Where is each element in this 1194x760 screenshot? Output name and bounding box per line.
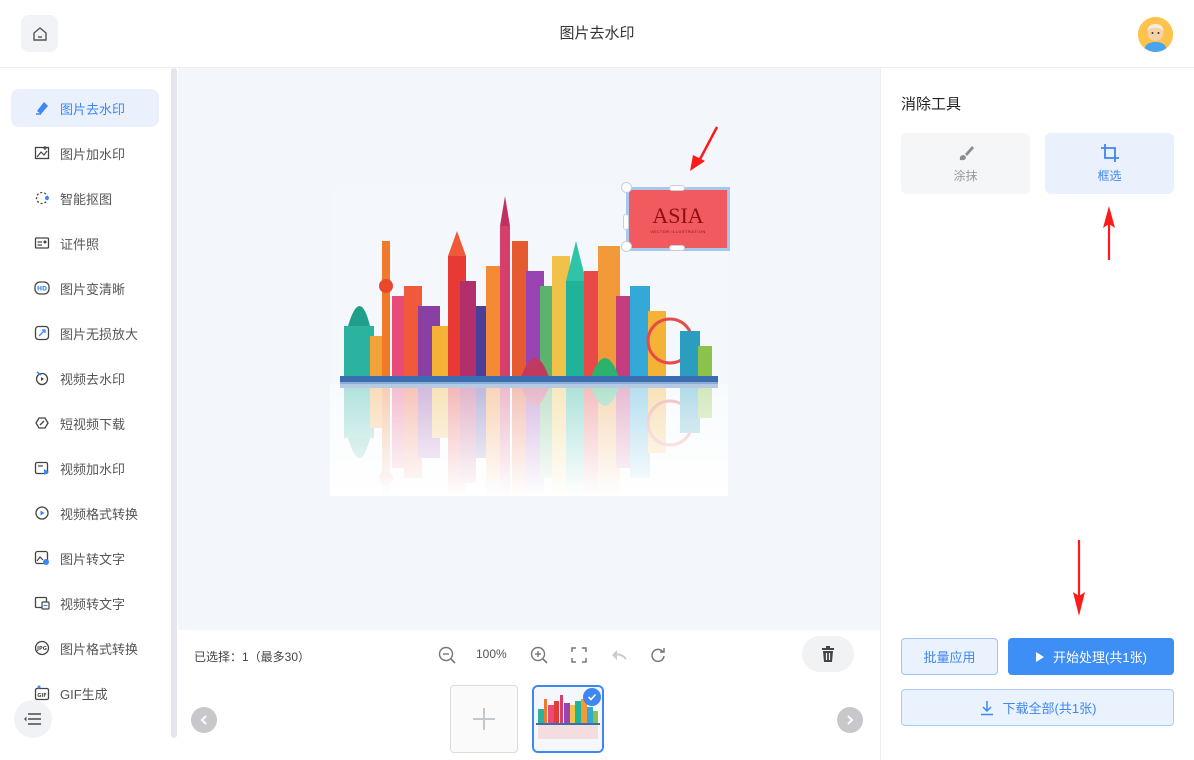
fullscreen-icon	[571, 647, 587, 663]
svg-text:JPG: JPG	[36, 646, 47, 652]
crop-icon	[1100, 143, 1120, 163]
next-button[interactable]	[837, 707, 863, 733]
batch-apply-button[interactable]: 批量应用	[901, 638, 998, 675]
video-convert-icon	[34, 505, 50, 521]
sidebar-scrollbar[interactable]	[171, 68, 177, 738]
sidebar-item-image-add-watermark[interactable]: 图片加水印	[11, 134, 159, 172]
plus-icon	[473, 708, 495, 730]
selection-box[interactable]: ASIA VECTOR ILLUSTRATION	[621, 182, 730, 252]
video-remove-watermark-icon	[34, 370, 50, 386]
zoom-in-button[interactable]	[528, 644, 550, 666]
sidebar-item-video-to-text[interactable]: 视频转文字	[11, 584, 159, 622]
play-icon	[1035, 651, 1045, 663]
sidebar: 图片去水印 图片加水印 智能抠图 证件照 HD 图片变清晰 图片无损放大 视频去…	[0, 68, 178, 760]
zoom-out-button[interactable]	[436, 644, 458, 666]
sidebar-item-video-convert[interactable]: 视频格式转换	[11, 494, 159, 532]
resize-handle-bottom-left[interactable]	[621, 241, 632, 252]
chevron-left-icon	[200, 715, 207, 725]
add-image-button[interactable]	[450, 685, 518, 753]
chevron-right-icon	[847, 715, 854, 725]
jpg-convert-icon: JPG	[34, 640, 50, 656]
svg-text:HD: HD	[37, 286, 47, 293]
zoom-level: 100%	[476, 647, 507, 661]
undo-button[interactable]	[608, 644, 630, 666]
brush-tool-button[interactable]: 涂抹	[901, 133, 1030, 194]
download-icon	[979, 700, 995, 716]
zoom-out-icon	[438, 646, 456, 664]
resize-handle-top-left[interactable]	[621, 182, 632, 193]
image-thumbnail[interactable]	[532, 685, 604, 753]
sidebar-item-video-add-watermark[interactable]: 视频加水印	[11, 449, 159, 487]
video-to-text-icon	[34, 595, 50, 611]
cutout-icon	[34, 190, 50, 206]
thumbnail-strip	[178, 680, 880, 760]
delete-button[interactable]	[802, 636, 854, 672]
annotation-arrow-icon	[690, 126, 719, 171]
resize-handle-top[interactable]	[669, 185, 685, 191]
annotation-arrow-icon	[1103, 206, 1115, 260]
eraser-icon	[34, 100, 50, 116]
avatar[interactable]	[1138, 17, 1173, 52]
resize-handle-bottom[interactable]	[669, 245, 685, 251]
image-to-text-icon	[34, 550, 50, 566]
image-canvas[interactable]: ASIA VECTOR ILLUSTRATION	[178, 68, 880, 630]
collapse-sidebar-button[interactable]	[14, 700, 52, 738]
fit-screen-button[interactable]	[568, 644, 590, 666]
menu-collapse-icon	[24, 713, 41, 725]
resize-handle-left[interactable]	[623, 214, 629, 230]
tool-panel: 消除工具 涂抹 框选 批量应用 开始处理(共1张) 下载全部(共1张)	[880, 68, 1194, 760]
watermark-region: ASIA VECTOR ILLUSTRATION	[629, 190, 727, 248]
sidebar-item-enlarge[interactable]: 图片无损放大	[11, 314, 159, 352]
gif-icon: GIF	[34, 685, 50, 701]
prev-button[interactable]	[191, 707, 217, 733]
download-all-button[interactable]: 下载全部(共1张)	[901, 689, 1174, 726]
reset-button[interactable]	[647, 644, 669, 666]
sidebar-item-short-video-download[interactable]: 短视频下载	[11, 404, 159, 442]
selection-info: 已选择：1（最多30）	[194, 650, 311, 664]
canvas-toolbar: 已选择：1（最多30） 100%	[178, 630, 880, 680]
panel-title: 消除工具	[901, 96, 962, 113]
id-photo-icon	[34, 235, 50, 251]
sidebar-item-image-format-convert[interactable]: JPG 图片格式转换	[11, 629, 159, 667]
video-add-watermark-icon	[34, 460, 50, 476]
start-process-button[interactable]: 开始处理(共1张)	[1008, 638, 1174, 675]
watermark-text: ASIA	[652, 202, 704, 228]
enlarge-icon	[34, 325, 50, 341]
zoom-in-icon	[530, 646, 548, 664]
undo-icon	[612, 650, 627, 660]
refresh-icon	[651, 648, 665, 663]
selected-check-icon	[583, 688, 601, 706]
hd-icon: HD	[34, 280, 50, 296]
annotation-arrow-icon	[1073, 540, 1085, 616]
trash-icon	[822, 646, 834, 662]
page-title: 图片去水印	[559, 25, 635, 42]
sidebar-item-cutout[interactable]: 智能抠图	[11, 179, 159, 217]
brush-icon	[956, 143, 976, 163]
image-add-watermark-icon	[34, 145, 50, 161]
sidebar-item-id-photo[interactable]: 证件照	[11, 224, 159, 262]
watermark-subtext: VECTOR ILLUSTRATION	[650, 228, 706, 234]
sidebar-item-image-remove-watermark[interactable]: 图片去水印	[11, 89, 159, 127]
sidebar-item-hd[interactable]: HD 图片变清晰	[11, 269, 159, 307]
header: 图片去水印	[0, 0, 1194, 68]
box-select-tool-button[interactable]: 框选	[1045, 133, 1174, 194]
link-download-icon	[34, 415, 50, 431]
sidebar-item-image-to-text[interactable]: 图片转文字	[11, 539, 159, 577]
sidebar-item-video-remove-watermark[interactable]: 视频去水印	[11, 359, 159, 397]
svg-text:GIF: GIF	[37, 693, 46, 699]
